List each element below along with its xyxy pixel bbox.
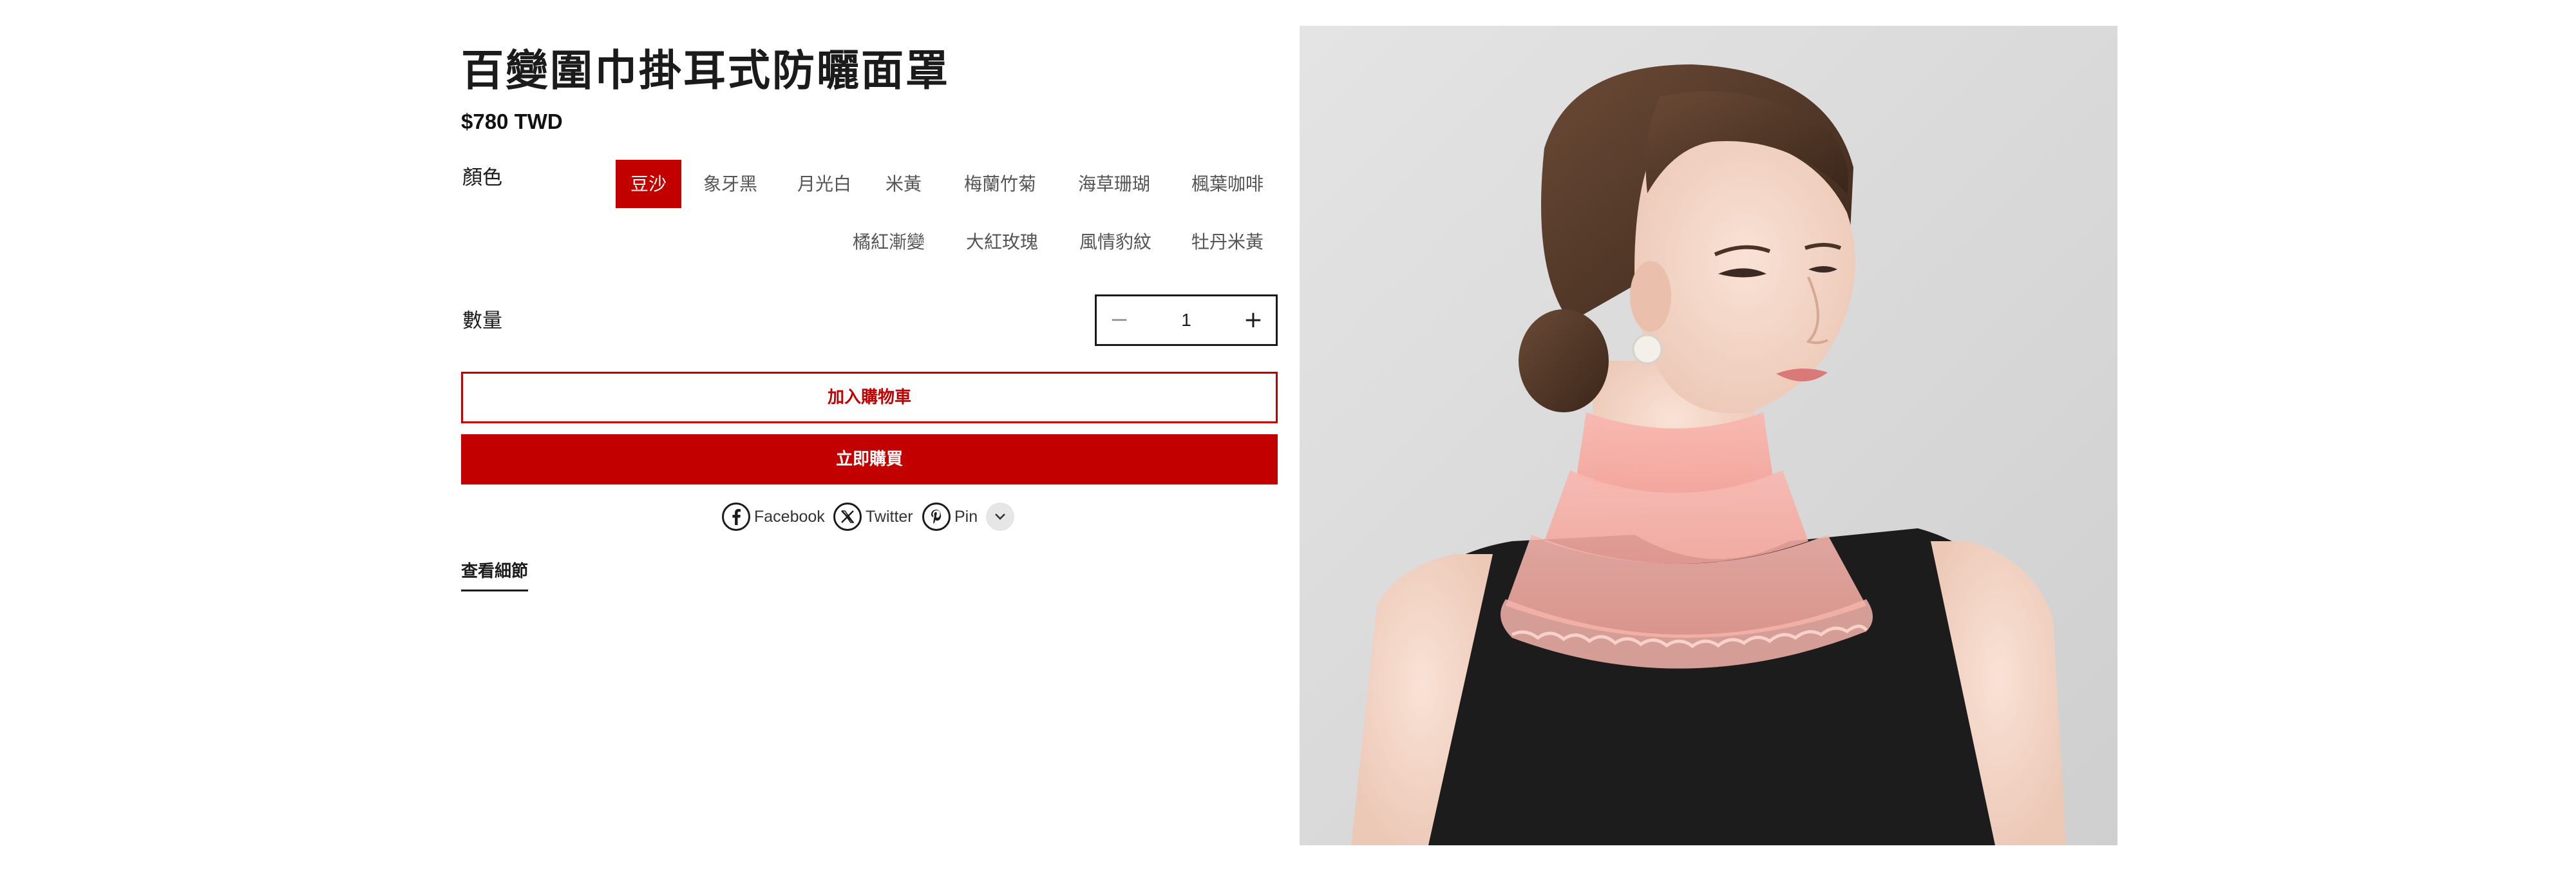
share-twitter-label: Twitter bbox=[866, 507, 913, 526]
quantity-label: 數量 bbox=[462, 309, 502, 332]
quantity-input[interactable] bbox=[1142, 296, 1231, 344]
facebook-icon bbox=[722, 503, 750, 531]
share-pinterest-link[interactable]: Pin bbox=[922, 501, 978, 532]
x-twitter-icon bbox=[833, 503, 862, 531]
color-option-0[interactable]: 豆沙 bbox=[616, 160, 681, 208]
product-title: 百變圍巾掛耳式防曬面罩 bbox=[461, 46, 950, 95]
product-info: 百變圍巾掛耳式防曬面罩 $780 TWD 顏色 豆沙 象牙黑 月光白 米黃 梅蘭… bbox=[461, 39, 1278, 591]
share-facebook-label: Facebook bbox=[754, 507, 825, 526]
color-option-2[interactable]: 月光白 bbox=[792, 160, 857, 208]
color-option-5[interactable]: 海草珊瑚 bbox=[1073, 160, 1155, 208]
quantity-increase-button[interactable]: + bbox=[1231, 296, 1276, 344]
share-bar: Facebook Twitter Pin bbox=[461, 501, 1278, 533]
color-option-8[interactable]: 大紅玫瑰 bbox=[961, 218, 1043, 266]
share-twitter-link[interactable]: Twitter bbox=[833, 501, 913, 532]
color-label: 顏色 bbox=[462, 166, 502, 189]
share-pin-label: Pin bbox=[954, 507, 978, 526]
color-option-9[interactable]: 風情豹紋 bbox=[1074, 218, 1157, 266]
pinterest-icon bbox=[922, 503, 951, 531]
quantity-stepper: − + bbox=[1095, 294, 1278, 346]
quantity-decrease-button[interactable]: − bbox=[1097, 296, 1142, 344]
color-option-1[interactable]: 象牙黑 bbox=[698, 160, 762, 208]
product-page: 百變圍巾掛耳式防曬面罩 $780 TWD 顏色 豆沙 象牙黑 月光白 米黃 梅蘭… bbox=[0, 0, 2576, 873]
color-option-10[interactable]: 牡丹米黃 bbox=[1186, 218, 1269, 266]
color-option-6[interactable]: 楓葉咖啡 bbox=[1186, 160, 1269, 208]
share-more-button[interactable] bbox=[986, 503, 1014, 531]
color-option-3[interactable]: 米黃 bbox=[880, 160, 927, 208]
color-option-7[interactable]: 橘紅漸變 bbox=[848, 218, 930, 266]
product-image bbox=[1300, 26, 2117, 845]
product-price: $780 TWD bbox=[461, 110, 563, 133]
add-to-cart-button[interactable]: 加入購物車 bbox=[461, 372, 1278, 423]
color-option-4[interactable]: 梅蘭竹菊 bbox=[958, 160, 1042, 208]
chevron-down-icon bbox=[995, 513, 1005, 520]
view-details-link[interactable]: 查看細節 bbox=[461, 558, 529, 591]
share-facebook-link[interactable]: Facebook bbox=[722, 501, 825, 532]
buy-now-button[interactable]: 立即購買 bbox=[461, 434, 1278, 484]
